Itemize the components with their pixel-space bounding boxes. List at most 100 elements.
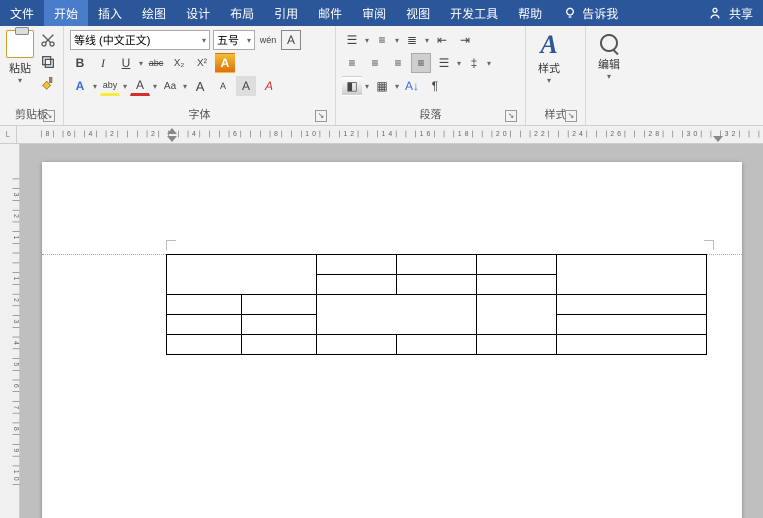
share-button[interactable]: 共享 bbox=[697, 0, 763, 26]
align-right-button[interactable]: ≡ bbox=[388, 53, 408, 73]
table-row[interactable] bbox=[166, 255, 706, 275]
increase-indent-button[interactable]: ⇥ bbox=[455, 30, 475, 50]
scissors-icon bbox=[40, 32, 56, 48]
distribute-button[interactable]: ☰ bbox=[434, 53, 454, 73]
tab-references[interactable]: 引用 bbox=[264, 0, 308, 26]
table-row[interactable] bbox=[166, 295, 706, 315]
chevron-down-icon: ▾ bbox=[607, 72, 611, 81]
tell-me[interactable]: 告诉我 bbox=[552, 0, 628, 26]
line-spacing-button[interactable]: ‡ bbox=[464, 53, 484, 73]
document-canvas[interactable] bbox=[20, 144, 763, 518]
strike-button[interactable]: abc bbox=[146, 53, 166, 73]
phonetic-guide-button[interactable]: wén bbox=[258, 30, 278, 50]
paragraph-launcher[interactable]: ↘ bbox=[505, 110, 517, 122]
shading-button[interactable]: ◧ bbox=[342, 76, 362, 96]
tab-design[interactable]: 设计 bbox=[176, 0, 220, 26]
paste-button[interactable]: 粘贴 ▾ bbox=[6, 30, 34, 107]
underline-dd[interactable]: ▾ bbox=[139, 59, 143, 68]
justify-button[interactable]: ≡ bbox=[411, 53, 431, 73]
bold-button[interactable]: B bbox=[70, 53, 90, 73]
hanging-indent-icon[interactable] bbox=[167, 136, 177, 142]
sort-button[interactable]: A↓ bbox=[402, 76, 422, 96]
group-label-clipboard: 剪贴板↘ bbox=[6, 107, 57, 123]
decrease-indent-button[interactable]: ⇤ bbox=[432, 30, 452, 50]
margin-corner-tl-icon bbox=[166, 240, 176, 250]
chevron-down-icon: ▾ bbox=[547, 76, 551, 85]
show-marks-button[interactable]: ¶ bbox=[425, 76, 445, 96]
subscript-button[interactable]: X₂ bbox=[169, 53, 189, 73]
horizontal-ruler[interactable]: |8| |6| |4| |2| | | |2| | | |4| | | |6| … bbox=[17, 126, 763, 144]
group-label-editing bbox=[592, 107, 636, 123]
tab-home[interactable]: 开始 bbox=[44, 0, 88, 26]
first-line-indent-icon[interactable] bbox=[167, 128, 177, 134]
superscript-button[interactable]: X² bbox=[192, 53, 212, 73]
font-name-combo[interactable]: 等线 (中文正文)▾ bbox=[70, 30, 210, 50]
editing-button[interactable]: 编辑 ▾ bbox=[592, 30, 626, 107]
right-indent-icon[interactable] bbox=[713, 136, 723, 142]
group-label-font: 字体↘ bbox=[70, 107, 329, 123]
brush-icon bbox=[40, 76, 56, 92]
tab-insert[interactable]: 插入 bbox=[88, 0, 132, 26]
styles-launcher[interactable]: ↘ bbox=[565, 110, 577, 122]
search-icon bbox=[600, 34, 618, 52]
styles-icon: A bbox=[540, 30, 557, 60]
font-launcher[interactable]: ↘ bbox=[315, 110, 327, 122]
group-label-styles: 样式↘ bbox=[532, 107, 579, 123]
cut-button[interactable] bbox=[38, 30, 58, 50]
clipboard-icon bbox=[6, 30, 34, 58]
clear-format-button[interactable]: A bbox=[259, 76, 279, 96]
tab-draw[interactable]: 绘图 bbox=[132, 0, 176, 26]
group-styles: A 样式 ▾ 样式↘ bbox=[526, 26, 586, 125]
font-color-button[interactable]: A bbox=[130, 76, 150, 96]
group-label-paragraph: 段落↘ bbox=[342, 107, 519, 123]
copy-button[interactable] bbox=[38, 52, 58, 72]
numbering-button[interactable]: ≡ bbox=[372, 30, 392, 50]
bullets-button[interactable]: ☰ bbox=[342, 30, 362, 50]
vertical-ruler[interactable]: | |3| |2| |1| | | |1| |2| |3| |4| |5| |6… bbox=[0, 144, 20, 518]
font-size-combo[interactable]: 五号▾ bbox=[213, 30, 255, 50]
group-font: 等线 (中文正文)▾ 五号▾ wén A B I U ▾ abc X₂ X² A… bbox=[64, 26, 336, 125]
grow-font-button[interactable]: A bbox=[190, 76, 210, 96]
tab-developer[interactable]: 开发工具 bbox=[440, 0, 508, 26]
borders-button[interactable]: ▦ bbox=[372, 76, 392, 96]
highlight-button[interactable]: aby bbox=[100, 76, 120, 96]
align-center-button[interactable]: ≡ bbox=[365, 53, 385, 73]
clipboard-launcher[interactable]: ↘ bbox=[43, 110, 55, 122]
align-left-button[interactable]: ≡ bbox=[342, 53, 362, 73]
char-border-button[interactable]: A bbox=[281, 30, 301, 50]
editing-label: 编辑 bbox=[598, 56, 620, 72]
table-row[interactable] bbox=[166, 335, 706, 355]
char-shading-button[interactable]: A bbox=[236, 76, 256, 96]
tab-help[interactable]: 帮助 bbox=[508, 0, 552, 26]
tell-me-label: 告诉我 bbox=[582, 5, 618, 22]
multilevel-button[interactable]: ≣ bbox=[402, 30, 422, 50]
group-editing: 编辑 ▾ bbox=[586, 26, 642, 125]
paste-label: 粘贴 bbox=[9, 60, 31, 76]
underline-button[interactable]: U bbox=[116, 53, 136, 73]
format-painter-button[interactable] bbox=[38, 74, 58, 94]
menu-bar: 文件 开始 插入 绘图 设计 布局 引用 邮件 审阅 视图 开发工具 帮助 告诉… bbox=[0, 0, 763, 26]
lightbulb-icon bbox=[562, 5, 578, 21]
tab-view[interactable]: 视图 bbox=[396, 0, 440, 26]
change-case-button[interactable]: Aa bbox=[160, 76, 180, 96]
styles-button[interactable]: A 样式 ▾ bbox=[532, 30, 566, 107]
text-effects2-button[interactable]: A bbox=[70, 76, 90, 96]
margin-corner-tr-icon bbox=[704, 240, 714, 250]
group-paragraph: ☰▾ ≡▾ ≣▾ ⇤ ⇥ ≡ ≡ ≡ ≡ ☰▾ ‡▾ ◧▾ ▦▾ A↓ ¶ 段落… bbox=[336, 26, 526, 125]
ribbon: 粘贴 ▾ 剪贴板↘ 等线 (中文正文)▾ 五号▾ wén A B I U ▾ bbox=[0, 26, 763, 126]
tab-file[interactable]: 文件 bbox=[0, 0, 44, 26]
copy-icon bbox=[40, 54, 56, 70]
italic-button[interactable]: I bbox=[93, 53, 113, 73]
ruler-corner[interactable]: L bbox=[0, 126, 17, 144]
tab-review[interactable]: 审阅 bbox=[352, 0, 396, 26]
tab-layout[interactable]: 布局 bbox=[220, 0, 264, 26]
styles-label: 样式 bbox=[538, 60, 560, 76]
shrink-font-button[interactable]: A bbox=[213, 76, 233, 96]
group-clipboard: 粘贴 ▾ 剪贴板↘ bbox=[0, 26, 64, 125]
chevron-down-icon: ▾ bbox=[18, 76, 22, 85]
document-table[interactable] bbox=[166, 254, 707, 355]
page[interactable] bbox=[42, 162, 742, 518]
share-label: 共享 bbox=[729, 5, 753, 22]
text-effects-button[interactable]: A bbox=[215, 53, 235, 73]
tab-mail[interactable]: 邮件 bbox=[308, 0, 352, 26]
